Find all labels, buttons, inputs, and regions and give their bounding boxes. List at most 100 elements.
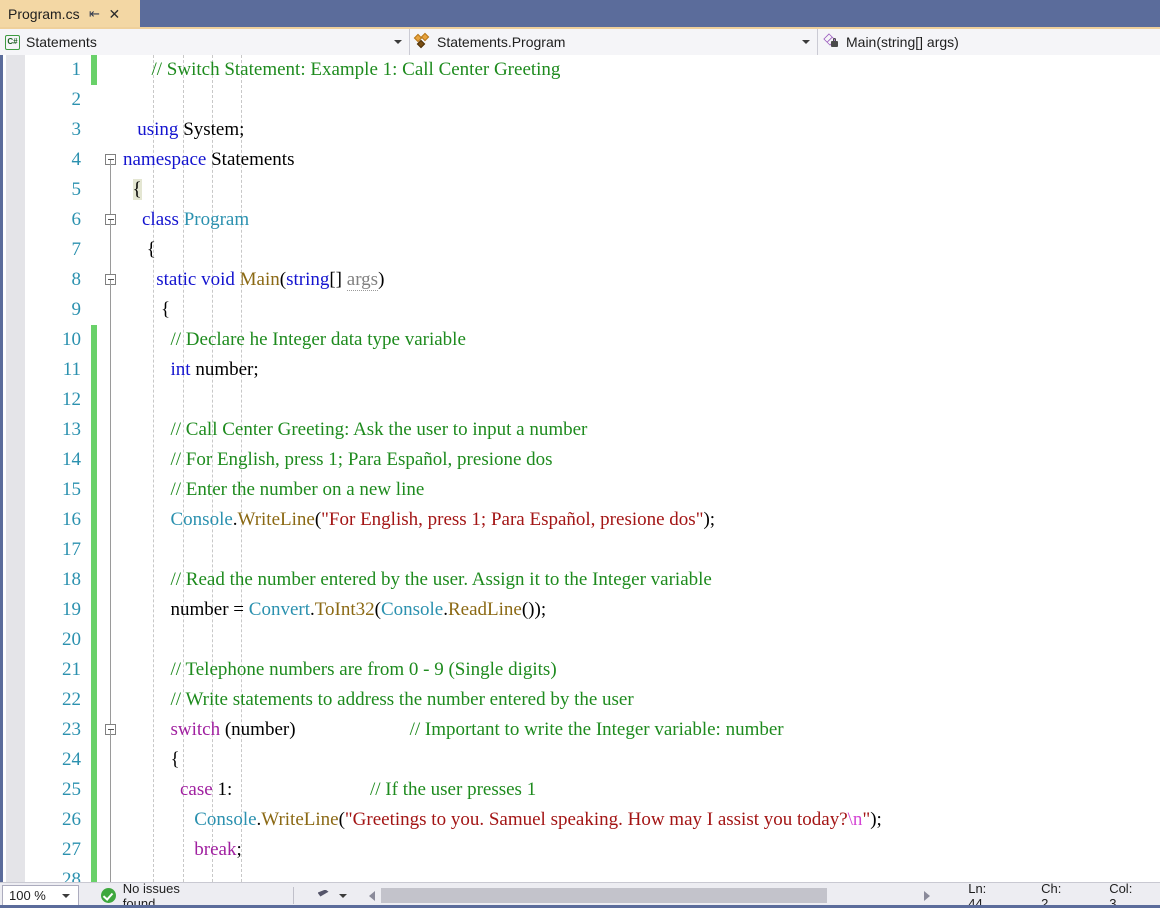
line-number: 23 [62, 719, 81, 740]
tab-program-cs[interactable]: Program.cs ⇥ ✕ [0, 0, 140, 27]
code-text: // Switch Statement: Example 1: Call Cen… [123, 59, 561, 81]
code-text: Console.WriteLine("For English, press 1;… [123, 509, 716, 531]
line-number: 2 [71, 89, 82, 110]
outlining-marker [103, 295, 123, 325]
code-line[interactable]: 22 // Write statements to address the nu… [25, 685, 1160, 715]
code-text: namespace Statements [123, 149, 294, 171]
scrollbar-thumb[interactable] [381, 888, 827, 903]
outlining-marker [103, 625, 123, 655]
chevron-down-icon[interactable] [394, 40, 402, 44]
outlining-marker [103, 175, 123, 205]
code-line[interactable]: 3 using System; [25, 115, 1160, 145]
code-line[interactable]: 2 [25, 85, 1160, 115]
token-param: args [346, 269, 379, 291]
scroll-left-arrow-icon[interactable] [369, 890, 376, 901]
code-line[interactable]: 13 // Call Center Greeting: Ask the user… [25, 415, 1160, 445]
code-line[interactable]: 5 { [25, 175, 1160, 205]
change-bar-modified [91, 745, 97, 775]
token-method: ToInt32 [314, 599, 375, 620]
code-line[interactable]: 11 int number; [25, 355, 1160, 385]
code-line[interactable]: 27 break; [25, 835, 1160, 865]
project-dropdown[interactable]: C# Statements [0, 29, 410, 55]
code-line[interactable]: 6 class Program [25, 205, 1160, 235]
outlining-marker[interactable] [103, 145, 123, 175]
line-number: 3 [71, 119, 82, 140]
outlining-marker [103, 865, 123, 882]
code-line[interactable]: 28 [25, 865, 1160, 882]
code-surface[interactable]: 1 // Switch Statement: Example 1: Call C… [25, 55, 1160, 882]
token-plain: System; [178, 119, 245, 140]
outlining-marker[interactable] [103, 205, 123, 235]
line-number: 5 [71, 179, 82, 200]
code-line[interactable]: 12 [25, 385, 1160, 415]
chevron-down-icon[interactable] [339, 893, 348, 898]
outlining-marker[interactable] [103, 265, 123, 295]
method-private-icon [823, 33, 840, 50]
change-bar-empty [91, 145, 97, 175]
code-line[interactable]: 18 // Read the number entered by the use… [25, 565, 1160, 595]
line-number: 14 [62, 449, 81, 470]
code-line[interactable]: 21 // Telephone numbers are from 0 - 9 (… [25, 655, 1160, 685]
code-editor[interactable]: 1 // Switch Statement: Example 1: Call C… [0, 55, 1160, 882]
token-plain: ()); [521, 599, 547, 620]
line-indicator: Ln: 44 [968, 880, 987, 908]
code-line[interactable]: 14 // For English, press 1; Para Español… [25, 445, 1160, 475]
chevron-down-icon[interactable] [61, 893, 70, 898]
line-number: 13 [62, 419, 81, 440]
horizontal-scrollbar[interactable] [369, 886, 931, 905]
code-line[interactable]: 9 { [25, 295, 1160, 325]
code-line[interactable]: 17 [25, 535, 1160, 565]
zoom-level-dropdown[interactable]: 100 % [2, 884, 79, 907]
token-comment: // Switch Statement: Example 1: Call Cen… [151, 59, 561, 80]
token-comment: // For English, press 1; Para Español, p… [170, 449, 553, 470]
outlining-marker [103, 235, 123, 265]
change-bar-modified [91, 685, 97, 715]
line-number: 11 [62, 359, 81, 380]
close-icon[interactable]: ✕ [108, 7, 120, 21]
outlining-marker [103, 385, 123, 415]
line-number: 16 [62, 509, 81, 530]
code-line[interactable]: 25 case 1: // If the user presses 1 [25, 775, 1160, 805]
col-indicator: Col: 3 [1109, 880, 1133, 908]
change-bar-modified [91, 595, 97, 625]
code-line[interactable]: 1 // Switch Statement: Example 1: Call C… [25, 55, 1160, 85]
chevron-down-icon[interactable] [802, 40, 810, 44]
code-line[interactable]: 23 switch (number) // Important to write… [25, 715, 1160, 745]
outlining-marker [103, 445, 123, 475]
code-line[interactable]: 7 { [25, 235, 1160, 265]
code-line[interactable]: 19 number = Convert.ToInt32(Console.Read… [25, 595, 1160, 625]
pin-icon[interactable]: ⇥ [89, 6, 100, 21]
code-line[interactable]: 10 // Declare he Integer data type varia… [25, 325, 1160, 355]
member-dropdown[interactable]: Main(string[] args) [818, 29, 1160, 55]
visual-studio-editor-window: Program.cs ⇥ ✕ C# Statements Statements.… [0, 0, 1160, 908]
line-number: 12 [62, 389, 81, 410]
code-line[interactable]: 26 Console.WriteLine("Greetings to you. … [25, 805, 1160, 835]
token-method: WriteLine [261, 809, 339, 830]
scroll-right-arrow-icon[interactable] [924, 890, 931, 901]
token-escape: \n [847, 809, 863, 830]
outlining-empty [103, 55, 123, 85]
code-line[interactable]: 8 static void Main(string[] args) [25, 265, 1160, 295]
change-bar-modified [91, 355, 97, 385]
code-line[interactable]: 20 [25, 625, 1160, 655]
change-bar-empty [91, 205, 97, 235]
token-string: "For English, press 1; Para Español, pre… [321, 509, 704, 530]
scrollbar-track[interactable] [381, 888, 919, 903]
pen-icon[interactable] [316, 888, 332, 904]
code-line[interactable]: 4 namespace Statements [25, 145, 1160, 175]
code-line[interactable]: 16 Console.WriteLine("For English, press… [25, 505, 1160, 535]
code-text: { [123, 239, 156, 261]
class-dropdown[interactable]: Statements.Program [410, 29, 818, 55]
code-text: int number; [123, 359, 259, 381]
indicator-margin[interactable] [6, 55, 25, 882]
code-line[interactable]: 24 { [25, 745, 1160, 775]
code-line[interactable]: 15 // Enter the number on a new line [25, 475, 1160, 505]
line-number: 1 [71, 59, 82, 80]
outlining-marker[interactable] [103, 715, 123, 745]
token-plain: { [123, 749, 180, 770]
